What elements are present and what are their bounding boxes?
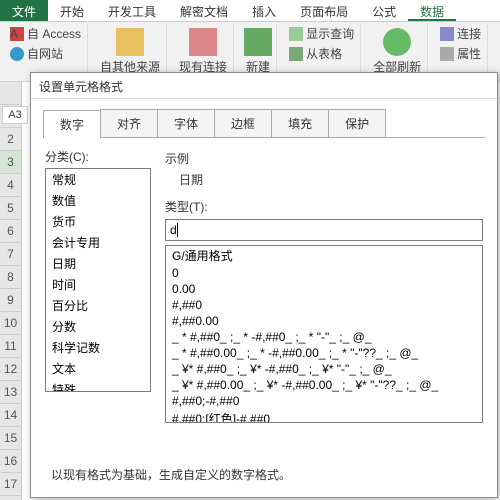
name-box[interactable]: A3 xyxy=(2,106,28,124)
list-item[interactable]: #,##0;-#,##0 xyxy=(166,393,482,409)
row-header[interactable]: 11 xyxy=(0,335,21,358)
row-header[interactable]: 15 xyxy=(0,427,21,450)
tab-fill[interactable]: 填充 xyxy=(271,109,329,137)
link-icon xyxy=(440,27,454,41)
row-header[interactable]: 9 xyxy=(0,289,21,312)
tab-dev[interactable]: 开发工具 xyxy=(96,0,168,21)
grid-icon xyxy=(289,47,303,61)
tab-file[interactable]: 文件 xyxy=(0,0,48,21)
properties-button[interactable]: 属性 xyxy=(438,44,483,63)
list-item[interactable]: #,##0 xyxy=(166,297,482,313)
list-item[interactable]: 0 xyxy=(166,265,482,281)
category-label: 分类(C): xyxy=(45,148,151,165)
from-access-button[interactable]: A自 Access xyxy=(8,24,83,43)
list-item[interactable]: 会计专用 xyxy=(46,232,150,253)
list-item[interactable]: 数值 xyxy=(46,190,150,211)
list-item[interactable]: 特殊 xyxy=(46,379,150,392)
list-item[interactable]: 百分比 xyxy=(46,295,150,316)
sample-label: 示例 xyxy=(165,150,483,167)
connections-button[interactable]: 连接 xyxy=(438,24,483,43)
row-headers: 1 2 3 4 5 6 7 8 9 10 11 12 13 14 15 16 1… xyxy=(0,82,22,500)
tab-layout[interactable]: 页面布局 xyxy=(288,0,360,21)
format-cells-dialog: 设置单元格格式 数字 对齐 字体 边框 填充 保护 分类(C): 常规 数值 货… xyxy=(30,72,498,498)
row-header[interactable]: 4 xyxy=(0,174,21,197)
list-item[interactable]: 科学记数 xyxy=(46,337,150,358)
list-item[interactable]: _ * #,##0_ ;_ * -#,##0_ ;_ * "-"_ ;_ @_ xyxy=(166,329,482,345)
type-list[interactable]: G/通用格式 0 0.00 #,##0 #,##0.00 _ * #,##0_ … xyxy=(165,245,483,423)
row-header[interactable]: 8 xyxy=(0,266,21,289)
list-item[interactable]: _ * #,##0.00_ ;_ * -#,##0.00_ ;_ * "-"??… xyxy=(166,345,482,361)
list-item[interactable]: 时间 xyxy=(46,274,150,295)
tab-font[interactable]: 字体 xyxy=(157,109,215,137)
row-header[interactable]: 14 xyxy=(0,404,21,427)
ribbon-tab-strip: 文件 开始 开发工具 解密文档 插入 页面布局 公式 数据 xyxy=(0,0,500,22)
tab-formula[interactable]: 公式 xyxy=(360,0,408,21)
dialog-tabs: 数字 对齐 字体 边框 填充 保护 xyxy=(43,109,485,138)
other-sources-icon xyxy=(116,28,144,56)
type-input[interactable]: d xyxy=(165,219,483,241)
type-label: 类型(T): xyxy=(165,198,483,215)
list-item[interactable]: 货币 xyxy=(46,211,150,232)
tab-border[interactable]: 边框 xyxy=(214,109,272,137)
existing-conn-icon xyxy=(189,28,217,56)
dialog-hint: 以现有格式为基础，生成自定义的数字格式。 xyxy=(51,466,291,483)
row-header[interactable] xyxy=(0,82,21,105)
list-item[interactable]: 日期 xyxy=(46,253,150,274)
list-item[interactable]: G/通用格式 xyxy=(166,246,482,265)
tab-number[interactable]: 数字 xyxy=(43,110,101,138)
props-icon xyxy=(440,47,454,61)
list-item[interactable]: #,##0.00 xyxy=(166,313,482,329)
new-query-icon xyxy=(244,28,272,56)
globe-icon xyxy=(10,47,24,61)
refresh-icon xyxy=(383,28,411,56)
row-header[interactable]: 17 xyxy=(0,473,21,496)
row-header[interactable]: 16 xyxy=(0,450,21,473)
category-list[interactable]: 常规 数值 货币 会计专用 日期 时间 百分比 分数 科学记数 文本 特殊 自定… xyxy=(45,168,151,392)
row-header[interactable]: 13 xyxy=(0,381,21,404)
tab-insert[interactable]: 插入 xyxy=(240,0,288,21)
access-icon: A xyxy=(10,27,24,41)
row-header[interactable]: 7 xyxy=(0,243,21,266)
sample-value: 日期 xyxy=(179,171,483,188)
row-header[interactable]: 2 xyxy=(0,128,21,151)
from-web-button[interactable]: 自网站 xyxy=(8,44,83,63)
list-item[interactable]: 常规 xyxy=(46,169,150,190)
row-header[interactable]: 5 xyxy=(0,197,21,220)
list-item[interactable]: #,##0;[红色]-#,##0 xyxy=(166,409,482,423)
from-table-button[interactable]: 从表格 xyxy=(287,44,356,63)
row-header[interactable]: 3 xyxy=(0,151,21,174)
tab-protect[interactable]: 保护 xyxy=(328,109,386,137)
list-item[interactable]: 文本 xyxy=(46,358,150,379)
tab-align[interactable]: 对齐 xyxy=(100,109,158,137)
list-item[interactable]: _ ¥* #,##0.00_ ;_ ¥* -#,##0.00_ ;_ ¥* "-… xyxy=(166,377,482,393)
table-icon xyxy=(289,27,303,41)
list-item[interactable]: 分数 xyxy=(46,316,150,337)
row-header[interactable]: 12 xyxy=(0,358,21,381)
tab-decrypt[interactable]: 解密文档 xyxy=(168,0,240,21)
tab-data[interactable]: 数据 xyxy=(408,0,456,21)
row-header[interactable]: 6 xyxy=(0,220,21,243)
show-query-button[interactable]: 显示查询 xyxy=(287,24,356,43)
list-item[interactable]: _ ¥* #,##0_ ;_ ¥* -#,##0_ ;_ ¥* "-"_ ;_ … xyxy=(166,361,482,377)
dialog-title: 设置单元格格式 xyxy=(31,73,497,99)
tab-home[interactable]: 开始 xyxy=(48,0,96,21)
list-item[interactable]: 0.00 xyxy=(166,281,482,297)
row-header[interactable]: 10 xyxy=(0,312,21,335)
